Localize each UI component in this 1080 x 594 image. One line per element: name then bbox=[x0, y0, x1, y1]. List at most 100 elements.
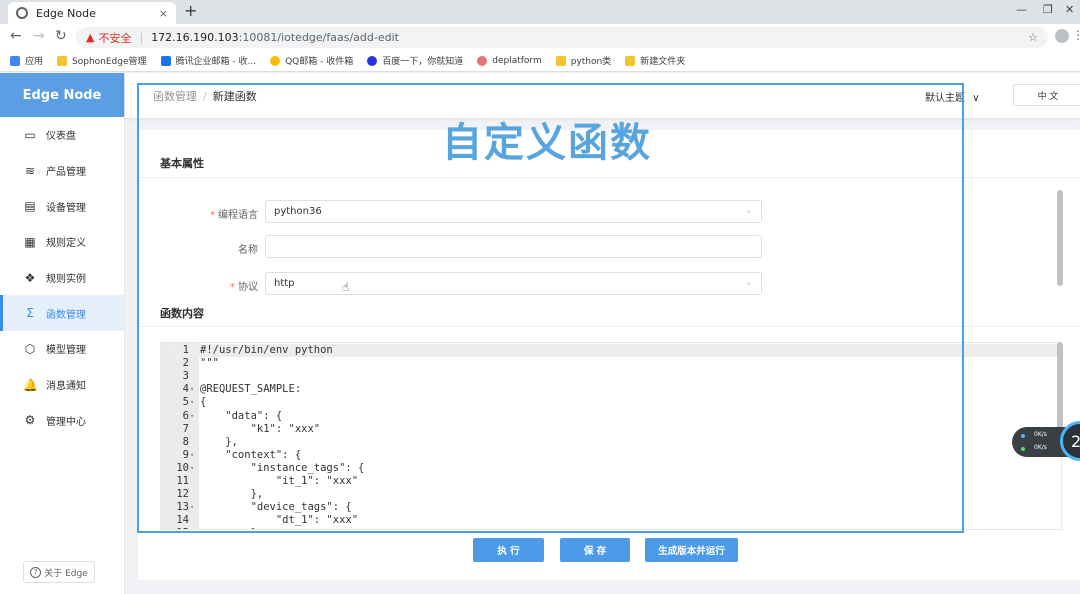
line-number: 11 bbox=[176, 475, 189, 487]
code-line[interactable]: 13 ▾ "device_tags": { bbox=[161, 501, 1061, 514]
code-line[interactable]: 8 }, bbox=[161, 436, 1061, 449]
folder-icon bbox=[625, 55, 636, 66]
sidebar-item-functions[interactable]: Σ 函数管理 bbox=[0, 295, 124, 332]
chevron-down-icon: ⌄ bbox=[744, 205, 753, 216]
fold-arrow-icon[interactable]: ▾ bbox=[190, 501, 194, 514]
name-input[interactable] bbox=[265, 235, 762, 258]
breadcrumb: 函数管理 / 新建函数 bbox=[153, 88, 257, 104]
mail-icon bbox=[160, 55, 171, 66]
address-bar[interactable]: ▲ 不安全 | 172.16.190.103 :10081/iotedge/fa… bbox=[76, 27, 1048, 48]
code-editor[interactable]: 1 #!/usr/bin/env python 2 """ 3 4 ▾ @REQUEST_SA… bbox=[160, 342, 1062, 530]
folder-icon bbox=[57, 55, 68, 66]
bookmark-item[interactable]: python类 bbox=[555, 54, 611, 67]
restore-icon[interactable]: ❐ bbox=[1043, 3, 1053, 16]
deplatform-icon bbox=[477, 55, 488, 66]
close-tab-icon[interactable]: × bbox=[159, 7, 168, 20]
sidebar-item-admin[interactable]: ⚙ 管理中心 bbox=[0, 403, 124, 439]
fold-arrow-icon[interactable]: ▾ bbox=[190, 410, 194, 423]
bookmark-item[interactable]: 腾讯企业邮箱 - 收... bbox=[160, 54, 256, 67]
line-number: 5 bbox=[182, 396, 189, 409]
minimize-icon[interactable]: — bbox=[1016, 3, 1027, 16]
code-line[interactable]: 3 bbox=[161, 370, 1061, 383]
line-number: 2 bbox=[182, 357, 189, 370]
brand-logo[interactable]: Edge Node bbox=[0, 73, 124, 117]
browser-menu-icon[interactable]: ⋮ bbox=[1072, 28, 1080, 42]
protocol-select[interactable]: http ⌄ bbox=[265, 272, 762, 295]
sidebar-item-label: 规则定义 bbox=[46, 238, 86, 250]
bookmark-star-icon[interactable]: ☆ bbox=[1028, 31, 1038, 44]
cube-icon: ⬡ bbox=[24, 341, 36, 356]
bookmark-item[interactable]: 百度一下，你就知道 bbox=[367, 54, 463, 67]
execute-button[interactable]: 执 行 bbox=[473, 538, 544, 562]
gear-icon: ⚙ bbox=[24, 413, 36, 428]
about-button[interactable]: ? 关于 Edge bbox=[23, 561, 95, 583]
profile-avatar[interactable] bbox=[1055, 29, 1069, 43]
fold-arrow-icon[interactable]: ▾ bbox=[190, 449, 194, 462]
forward-icon[interactable]: → bbox=[33, 28, 45, 44]
nodes-icon: ❖ bbox=[24, 270, 36, 285]
code-line[interactable]: 2 """ bbox=[161, 357, 1061, 370]
sidebar-item-rule-instances[interactable]: ❖ 规则实例 bbox=[0, 260, 124, 296]
editor-scrollbar[interactable] bbox=[1057, 342, 1063, 432]
sidebar-item-notifications[interactable]: 🔔 消息通知 bbox=[0, 367, 124, 403]
code-line[interactable]: 1 #!/usr/bin/env python bbox=[161, 344, 1061, 358]
language-select[interactable]: python36 ⌄ bbox=[265, 200, 762, 223]
new-tab-button[interactable]: + bbox=[184, 1, 197, 20]
tab-title: Edge Node bbox=[36, 6, 96, 20]
protocol-label: * 协议 bbox=[230, 282, 258, 293]
fold-arrow-icon[interactable]: ▾ bbox=[190, 462, 194, 475]
line-number: 4 bbox=[182, 383, 189, 396]
code-line[interactable]: 5 ▾ { bbox=[161, 396, 1061, 409]
breadcrumb-parent[interactable]: 函数管理 bbox=[153, 90, 197, 103]
reload-icon[interactable]: ↻ bbox=[55, 28, 67, 44]
qqmail-icon bbox=[270, 55, 281, 66]
bookmark-item[interactable]: deplatform bbox=[477, 55, 542, 66]
sidebar-item-label: 模型管理 bbox=[46, 345, 86, 357]
question-icon: ? bbox=[30, 566, 42, 578]
close-window-icon[interactable]: ✕ bbox=[1065, 3, 1074, 16]
fold-arrow-icon[interactable]: ▾ bbox=[190, 396, 194, 409]
upload-dot bbox=[1021, 434, 1025, 438]
code-line[interactable]: 15 } bbox=[161, 527, 1061, 529]
code-text: "device_tags": { bbox=[200, 501, 352, 514]
code-line[interactable]: 9 ▾ "context": { bbox=[161, 449, 1061, 462]
sidebar: Edge Node ▭ 仪表盘 ≋ 产品管理 ▤ 设备管理 ▦ 规则定义 ❖ 规则实例 Σ… bbox=[0, 73, 125, 594]
bookmark-item[interactable]: 新建文件夹 bbox=[625, 54, 685, 67]
bookmark-item[interactable]: SophonEdge管理 bbox=[57, 54, 147, 67]
sidebar-item-products[interactable]: ≋ 产品管理 bbox=[0, 153, 124, 189]
divider bbox=[138, 326, 1080, 327]
code-line[interactable]: 6 ▾ "data": { bbox=[161, 410, 1061, 423]
sidebar-item-dashboard[interactable]: ▭ 仪表盘 bbox=[0, 117, 124, 153]
function-icon: Σ bbox=[26, 306, 34, 321]
code-text: "instance_tags": { bbox=[200, 461, 365, 474]
bookmark-item[interactable]: QQ邮箱 - 收件箱 bbox=[270, 54, 353, 67]
bookmark-item[interactable]: 应用 bbox=[10, 54, 43, 67]
line-number: 9 bbox=[182, 448, 189, 461]
build-and-run-button[interactable]: 生成版本并运行 bbox=[645, 538, 738, 562]
back-icon[interactable]: ← bbox=[10, 28, 22, 44]
language-button[interactable]: 中 文 bbox=[1013, 84, 1080, 106]
sidebar-item-rule-definitions[interactable]: ▦ 规则定义 bbox=[0, 224, 124, 260]
line-number: 6 bbox=[182, 409, 189, 422]
save-button[interactable]: 保 存 bbox=[560, 538, 630, 562]
browser-tab[interactable]: Edge Node × bbox=[8, 2, 176, 24]
code-line[interactable]: 14 "dt_1": "xxx" bbox=[161, 514, 1061, 527]
code-text: @REQUEST_SAMPLE: bbox=[200, 383, 302, 396]
code-line[interactable]: 10 ▾ "instance_tags": { bbox=[161, 462, 1061, 475]
sidebar-item-devices[interactable]: ▤ 设备管理 bbox=[0, 188, 124, 224]
theme-selector[interactable]: 默认主题 ∨ bbox=[925, 89, 980, 104]
code-line[interactable]: 4 ▾ @REQUEST_SAMPLE: bbox=[161, 383, 1061, 396]
network-speed-widget[interactable]: 0K/s 0K/s 25 bbox=[1012, 421, 1080, 461]
form-scrollbar[interactable] bbox=[1057, 190, 1063, 286]
fold-arrow-icon[interactable]: ▾ bbox=[190, 383, 194, 396]
sidebar-item-label: 函数管理 bbox=[46, 309, 86, 321]
security-status[interactable]: 不安全 bbox=[98, 30, 131, 46]
sidebar-item-models[interactable]: ⬡ 模型管理 bbox=[0, 331, 124, 367]
code-line[interactable]: 7 "k1": "xxx" bbox=[161, 423, 1061, 436]
code-text: "it_1": "xxx" bbox=[200, 475, 359, 487]
about-label: 关于 Edge bbox=[44, 568, 88, 579]
code-line[interactable]: 11 "it_1": "xxx" bbox=[161, 475, 1061, 488]
function-form-card: 基本属性 * 编程语言 python36 ⌄ 名称 * 协议 http ⌄ ☝ 函数内容… bbox=[138, 130, 1080, 580]
code-line[interactable]: 12 }, bbox=[161, 488, 1061, 501]
sidebar-item-label: 设备管理 bbox=[46, 202, 86, 214]
